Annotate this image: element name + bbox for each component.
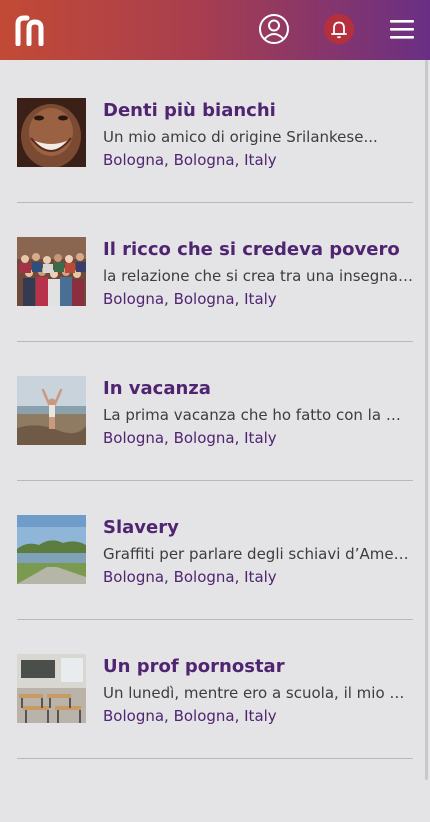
- story-location: Bologna, Bologna, Italy: [103, 151, 277, 169]
- story-excerpt: Graffiti per parlare degli schiavi d’Ame…: [103, 545, 413, 563]
- classroom-photo-icon: [17, 654, 86, 723]
- story-thumbnail[interactable]: [17, 237, 86, 306]
- beach-photo-icon: [17, 376, 86, 445]
- story-excerpt: La prima vacanza che ho fatto con la mia…: [103, 406, 413, 424]
- app-header: [0, 0, 430, 60]
- story-location: Bologna, Bologna, Italy: [103, 290, 277, 308]
- story-excerpt: Un mio amico di origine Srilankese...: [103, 128, 378, 146]
- story-location: Bologna, Bologna, Italy: [103, 429, 277, 447]
- notifications-button[interactable]: [322, 12, 356, 46]
- story-item[interactable]: Un prof pornostar Un lunedì, mentre ero …: [17, 620, 413, 759]
- story-title[interactable]: In vacanza: [103, 378, 413, 399]
- riverside-photo-icon: [17, 515, 86, 584]
- story-title[interactable]: Il ricco che si credeva povero: [103, 239, 413, 260]
- story-item[interactable]: Il ricco che si credeva povero la relazi…: [17, 203, 413, 342]
- app-logo[interactable]: [14, 14, 48, 47]
- story-excerpt: Un lunedì, mentre ero a scuola, il mio P…: [103, 684, 413, 702]
- story-title[interactable]: Slavery: [103, 517, 413, 538]
- story-thumbnail[interactable]: [17, 515, 86, 584]
- story-location: Bologna, Bologna, Italy: [103, 568, 277, 586]
- scrollbar[interactable]: [425, 60, 428, 780]
- story-thumbnail[interactable]: [17, 376, 86, 445]
- hamburger-icon: [390, 20, 414, 39]
- story-title[interactable]: Denti più bianchi: [103, 100, 413, 121]
- story-item[interactable]: In vacanza La prima vacanza che ho fatto…: [17, 342, 413, 481]
- menu-button[interactable]: [386, 12, 418, 46]
- story-thumbnail[interactable]: [17, 98, 86, 167]
- group-photo-icon: [17, 237, 86, 306]
- bell-icon: [324, 14, 354, 44]
- story-thumbnail[interactable]: [17, 654, 86, 723]
- story-excerpt: la relazione che si crea tra una insegna…: [103, 267, 413, 285]
- story-feed: Denti più bianchi Un mio amico di origin…: [17, 64, 413, 759]
- story-item[interactable]: Denti più bianchi Un mio amico di origin…: [17, 64, 413, 203]
- profile-button[interactable]: [257, 12, 291, 46]
- rn-logo-icon: [15, 15, 44, 47]
- story-title[interactable]: Un prof pornostar: [103, 656, 413, 677]
- story-item[interactable]: Slavery Graffiti per parlare degli schia…: [17, 481, 413, 620]
- user-circle-icon: [259, 14, 289, 44]
- story-location: Bologna, Bologna, Italy: [103, 707, 277, 725]
- smiling-face-photo-icon: [17, 98, 86, 167]
